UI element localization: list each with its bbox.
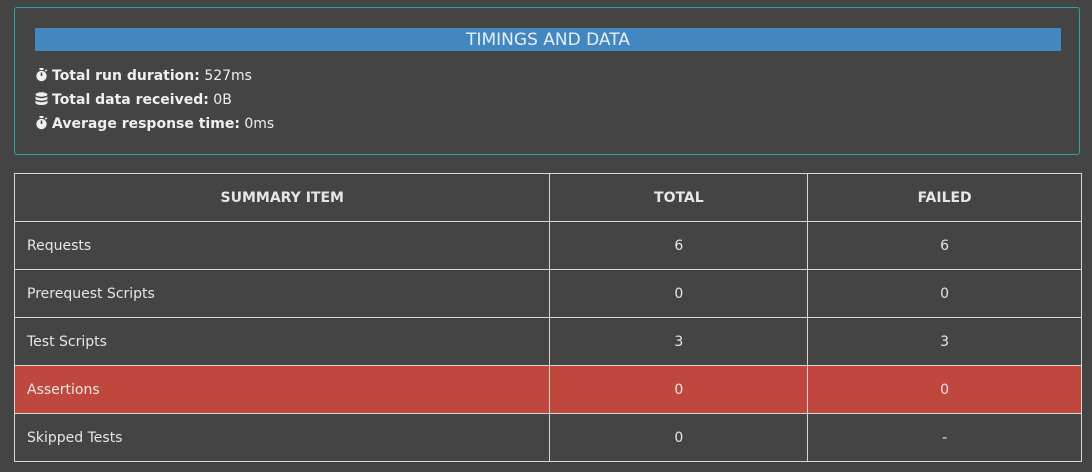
column-header-summary-item: SUMMARY ITEM [13,173,551,222]
row-total: 0 [549,413,809,462]
table-row: Prerequest Scripts 0 0 [13,269,1082,318]
summary-table: SUMMARY ITEM TOTAL FAILED Requests 6 6 P… [13,173,1082,462]
column-header-total: TOTAL [549,173,809,222]
row-total: 0 [549,365,809,414]
column-header-failed: FAILED [807,173,1082,222]
stat-value: 527ms [204,68,252,84]
stat-label: Total data received: [52,92,209,108]
stat-value: 0B [213,92,232,108]
timings-card: TIMINGS AND DATA Total run duration: 527… [14,7,1080,155]
row-item: Assertions [13,365,551,414]
row-total: 0 [549,269,809,318]
row-item: Prerequest Scripts [13,269,551,318]
table-row: Requests 6 6 [13,221,1082,270]
row-item: Requests [13,221,551,270]
timings-title: TIMINGS AND DATA [35,28,1061,51]
row-failed: 3 [807,317,1082,366]
stat-label: Average response time: [52,116,240,132]
stat-total-run-duration: Total run duration: 527ms [34,67,252,85]
row-failed: 0 [807,269,1082,318]
stopwatch-icon [34,68,49,82]
row-item: Skipped Tests [13,413,551,462]
database-icon [34,92,49,106]
row-total: 3 [549,317,809,366]
table-header-row: SUMMARY ITEM TOTAL FAILED [13,173,1082,222]
stopwatch-icon [34,116,49,130]
table-row: Skipped Tests 0 - [13,413,1082,462]
row-failed: 0 [807,365,1082,414]
stat-label: Total run duration: [52,68,200,84]
stat-value: 0ms [244,116,275,132]
table-row: Test Scripts 3 3 [13,317,1082,366]
stat-average-response-time: Average response time: 0ms [34,115,274,133]
row-item: Test Scripts [13,317,551,366]
stat-total-data-received: Total data received: 0B [34,91,232,109]
table-row-failed: Assertions 0 0 [13,365,1082,414]
row-failed: - [807,413,1082,462]
row-total: 6 [549,221,809,270]
row-failed: 6 [807,221,1082,270]
